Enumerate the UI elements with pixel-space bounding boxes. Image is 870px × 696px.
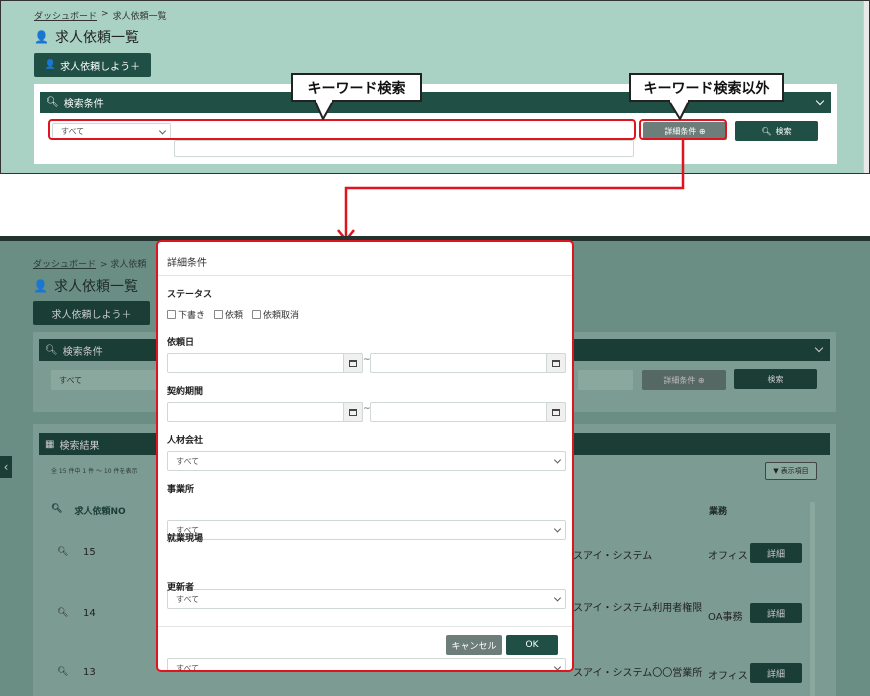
search-button-label: 検索 xyxy=(767,374,784,384)
status-draft-label: 下書き xyxy=(178,311,206,321)
checkbox-box xyxy=(252,310,262,319)
detail-conditions-modal: 詳細条件 ステータス 下書き 依頼 依頼取消 依頼日 ~ 契約期間 ~ 人材会社… xyxy=(156,240,574,672)
chevron-down-icon xyxy=(553,456,562,464)
search-button[interactable]: 検索 xyxy=(734,369,817,389)
table-icon: ▦ xyxy=(45,438,55,450)
page-title-text: 求人依頼一覧 xyxy=(53,279,138,295)
calendar-icon[interactable] xyxy=(546,353,566,373)
site-select[interactable]: すべて xyxy=(167,589,566,609)
agency-label: 人材会社 xyxy=(167,436,204,446)
search-panel-title: 検索条件 xyxy=(62,346,103,358)
columns-button[interactable]: ▼ 表示項目 xyxy=(765,462,817,480)
detail-button[interactable]: 詳細 xyxy=(750,543,802,563)
col-no-header[interactable]: 🔍︎ 求人依頼NO xyxy=(51,504,126,517)
detail-conditions-button[interactable]: 詳細条件 ⊕ xyxy=(642,370,726,390)
columns-button-label: 表示項目 xyxy=(780,467,809,475)
chevron-down-icon xyxy=(553,663,562,670)
filter-icon: ▼ xyxy=(773,467,779,475)
status-options: 下書き 依頼 依頼取消 xyxy=(167,308,299,321)
updater-select[interactable]: すべて xyxy=(167,658,566,672)
breadcrumb-link-dashboard[interactable]: ダッシュボード xyxy=(33,257,96,270)
row-business: OA事務 xyxy=(708,612,743,623)
keyword-target-value: すべて xyxy=(59,376,83,385)
results-title: 検索結果 xyxy=(59,440,100,452)
callout-keyword-tail xyxy=(314,100,334,120)
checkbox-box xyxy=(214,310,224,319)
contract-period-from[interactable] xyxy=(167,402,363,422)
agency-select[interactable]: すべて xyxy=(167,451,566,471)
breadcrumb: ダッシュボード > 求人依頼 xyxy=(33,257,146,270)
updater-value: すべて xyxy=(176,663,200,672)
detail-button[interactable]: 詳細 xyxy=(750,663,802,683)
row-business: オフィス xyxy=(708,671,748,682)
callout-other-tail xyxy=(668,100,690,120)
request-date-to[interactable] xyxy=(370,353,566,373)
status-request-label: 依頼 xyxy=(225,311,244,321)
callout-pointers xyxy=(314,99,690,243)
sidebar-toggle[interactable]: ‹ xyxy=(0,456,12,478)
col-no-label: 求人依頼NO xyxy=(74,507,126,517)
contract-period-label: 契約期間 xyxy=(167,387,204,397)
status-label: ステータス xyxy=(167,290,213,300)
request-date-from[interactable] xyxy=(167,353,363,373)
user-search-icon: 👤 xyxy=(33,279,48,293)
chevron-down-icon xyxy=(553,594,562,602)
calendar-icon[interactable] xyxy=(546,402,566,422)
new-request-button[interactable]: 求人依頼しよう＋ xyxy=(33,301,150,325)
modal-footer-divider xyxy=(158,626,572,627)
status-cancelled-label: 依頼取消 xyxy=(263,311,300,321)
calendar-icon[interactable] xyxy=(343,353,363,373)
request-date-label: 依頼日 xyxy=(167,338,195,348)
detail-button[interactable]: 詳細 xyxy=(750,603,802,623)
site-label: 就業現場 xyxy=(167,534,204,544)
row-no: 14 xyxy=(83,608,96,619)
chevron-down-icon[interactable] xyxy=(814,343,824,353)
zoom-icon[interactable]: 🔍︎ xyxy=(57,547,68,557)
zoom-icon[interactable]: 🔍︎ xyxy=(57,608,68,618)
status-cancelled-checkbox[interactable]: 依頼取消 xyxy=(252,308,299,321)
detail-conditions-label: 詳細条件 ⊕ xyxy=(663,375,705,385)
updater-label: 更新者 xyxy=(167,583,195,593)
page-title: 👤 求人依頼一覧 xyxy=(33,276,138,296)
row-no: 13 xyxy=(83,667,96,678)
ok-button[interactable]: OK xyxy=(506,635,558,655)
zoom-icon: 🔍︎ xyxy=(51,504,63,514)
row-job: スアイ・システム xyxy=(573,551,653,562)
breadcrumb-rest: > 求人依頼 xyxy=(100,260,147,270)
site-value: すべて xyxy=(176,594,200,604)
chevron-down-icon xyxy=(553,525,562,533)
agency-value: すべて xyxy=(176,456,200,466)
row-no: 15 xyxy=(83,547,96,558)
result-count: 全 15 件中 1 件 ～ 10 件を表示 xyxy=(51,468,138,475)
contract-period-to[interactable] xyxy=(370,402,566,422)
modal-title: 詳細条件 xyxy=(167,258,207,269)
search-icon: 🔍︎ xyxy=(45,344,58,356)
row-job: スアイ・システム〇〇営業所 xyxy=(573,668,703,679)
col-business-header[interactable]: 業務 xyxy=(709,504,727,517)
office-select[interactable]: すべて xyxy=(167,520,566,540)
calendar-icon[interactable] xyxy=(343,402,363,422)
checkbox-box xyxy=(167,310,176,319)
connector-arrow xyxy=(344,140,685,238)
row-business: オフィス xyxy=(708,551,748,562)
status-draft-checkbox[interactable]: 下書き xyxy=(167,308,205,321)
zoom-icon[interactable]: 🔍︎ xyxy=(57,667,68,677)
keyword-input[interactable] xyxy=(578,370,633,390)
modal-divider xyxy=(158,275,572,276)
row-job: スアイ・システム利用者権限 xyxy=(573,603,703,614)
cancel-button[interactable]: キャンセル xyxy=(446,635,502,655)
status-request-checkbox[interactable]: 依頼 xyxy=(214,308,243,321)
new-request-label: 求人依頼しよう＋ xyxy=(51,309,132,321)
office-label: 事業所 xyxy=(167,485,195,495)
keyword-target-select[interactable]: すべて xyxy=(51,370,170,390)
